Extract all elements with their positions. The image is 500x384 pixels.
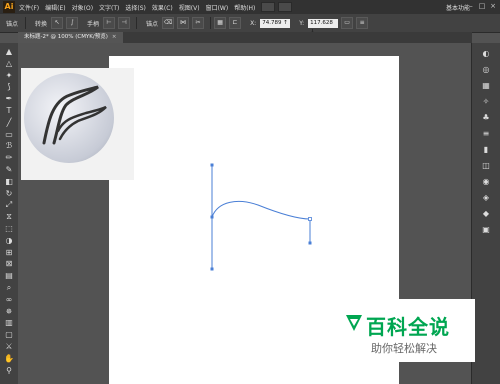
menu-type[interactable]: 文字(T) [99,3,119,12]
remove-anchor-icon[interactable]: ⌫ [162,17,175,29]
mesh-icon[interactable]: ⊠ [3,259,15,269]
slice-icon[interactable]: ⚔ [3,342,15,352]
pen-icon[interactable]: ✒ [3,94,15,104]
menu-edit[interactable]: 编辑(E) [45,3,65,12]
menu-window[interactable]: 窗口(W) [206,3,229,12]
scale-icon[interactable]: ⤢ [3,200,15,210]
handle-point[interactable] [210,267,214,271]
appearance-icon[interactable]: ◉ [480,177,492,187]
gradient-icon[interactable]: ▤ [3,271,15,281]
type-icon[interactable]: T [3,106,15,116]
bezier-path[interactable] [211,201,311,220]
blend-icon[interactable]: ∞ [3,295,15,305]
anchor2-label: 锚点 [146,20,159,28]
app-logo: Ai [3,1,15,13]
menu-select[interactable]: 选择(S) [125,3,146,12]
artboards-icon[interactable]: ▣ [480,225,492,235]
direct-selection-icon[interactable]: △ [3,59,15,69]
hide-handles-icon[interactable]: ⊣ [118,17,131,29]
divider [136,17,138,29]
pencil-icon[interactable]: ✏ [3,153,15,163]
show-handles-icon[interactable]: ⊢ [103,17,116,29]
close-icon[interactable]: × [112,34,117,40]
handle-label: 手柄 [87,20,100,28]
zoom-icon[interactable]: ⚲ [3,366,15,376]
connect-anchor-icon[interactable]: ⋈ [177,17,190,29]
line-icon[interactable]: ╱ [3,118,15,128]
free-transform-icon[interactable]: ⬚ [3,224,15,234]
y-label: Y: [299,19,305,27]
panel-dock: ◐ ◎ ▦ ✧ ♣ ≡ ▮ ◫ ◉ ◈ ◆ ▣ [471,43,500,384]
anchor-point[interactable] [308,241,312,245]
cut-path-icon[interactable]: ✂ [192,17,205,29]
magic-wand-icon[interactable]: ✦ [3,71,15,81]
control-bar: 锚点 转换 ↖ ∫ 手柄 ⊢ ⊣ 锚点 ⌫ ⋈ ✂ ▦ ⊏ X: 74.789 … [0,14,500,35]
width-icon[interactable]: ⧖ [3,212,15,222]
eraser-icon[interactable]: ◧ [3,177,15,187]
layers-icon[interactable]: ◆ [480,209,492,219]
document-tab-title: 未标题-2* @ 100% (CMYK/预览) [24,34,108,40]
handle-point[interactable] [210,163,214,167]
transform-icon[interactable]: ▭ [341,17,354,29]
x-label: X: [250,19,257,27]
minimize-icon[interactable]: – [466,2,476,11]
align-icon[interactable]: ⊏ [229,17,242,29]
convert-label: 转换 [35,20,48,28]
menu-help[interactable]: 帮助(H) [234,3,255,12]
paintbrush-icon[interactable]: ℬ [3,141,15,151]
anchor-point[interactable] [210,215,214,219]
hand-icon[interactable]: ✋ [3,354,15,364]
divider [25,17,27,29]
perspective-icon[interactable]: ⊞ [3,248,15,258]
symbols-icon[interactable]: ♣ [480,113,492,123]
document-tab[interactable]: 未标题-2* @ 100% (CMYK/预览) × [18,32,123,43]
graph-icon[interactable]: ▥ [3,318,15,328]
document-tab-bar: 未标题-2* @ 100% (CMYK/预览) × [18,32,472,43]
isolate-icon[interactable]: ▦ [214,17,227,29]
y-field[interactable]: 117.628 ↓ [308,18,339,35]
menu-object[interactable]: 对象(O) [72,3,93,12]
swatches-icon[interactable]: ▦ [480,81,492,91]
menu-file[interactable]: 文件(F) [19,3,39,12]
blob-brush-icon[interactable]: ✎ [3,165,15,175]
selection-icon[interactable]: ▲ [3,47,15,57]
convert-corner-icon[interactable]: ↖ [51,17,64,29]
menu-effect[interactable]: 效果(C) [152,3,173,12]
watermark-title: 百科全说 [366,315,450,339]
stroke-icon[interactable]: ≡ [480,129,492,139]
symbol-sprayer-icon[interactable]: ✵ [3,307,15,317]
lasso-icon[interactable]: ⟆ [3,82,15,92]
divider [210,17,212,29]
brushes-icon[interactable]: ✧ [480,97,492,107]
anchor-label: 锚点 [6,20,19,28]
eyedropper-icon[interactable]: ⌕ [3,283,15,293]
watermark-subtitle: 助你轻松解决 [371,342,437,355]
close-icon[interactable]: × [488,2,498,11]
bridge-button[interactable] [261,2,276,12]
anchor-point[interactable] [308,217,312,221]
tools-panel: ▲ △ ✦ ⟆ ✒ T ╱ ▭ ℬ ✏ ✎ ◧ ↻ ⤢ ⧖ ⬚ ◑ ⊞ ⊠ ▤ ⌕ ∞ ✵ ▥ ▢ ⚔ ✋ ⚲ [0,43,19,384]
menu-view[interactable]: 视图(V) [179,3,200,12]
convert-smooth-icon[interactable]: ∫ [66,17,79,29]
color-icon[interactable]: ◐ [480,49,492,59]
shape-builder-icon[interactable]: ◑ [3,236,15,246]
arrange-documents-button[interactable] [278,2,293,12]
artboard-icon[interactable]: ▢ [3,330,15,340]
panel-menu-icon[interactable]: ≡ [356,17,369,29]
x-field[interactable]: 74.789 ↑ [260,18,291,28]
graphic-styles-icon[interactable]: ◈ [480,193,492,203]
color-guide-icon[interactable]: ◎ [480,65,492,75]
menu-bar: Ai 文件(F) 编辑(E) 对象(O) 文字(T) 选择(S) 效果(C) 视… [0,0,500,14]
maximize-icon[interactable]: □ [477,2,487,11]
gradient-panel-icon[interactable]: ▮ [480,145,492,155]
rectangle-icon[interactable]: ▭ [3,130,15,140]
watermark-logo-icon [346,315,362,331]
transparency-icon[interactable]: ◫ [480,161,492,171]
rotate-icon[interactable]: ↻ [3,189,15,199]
